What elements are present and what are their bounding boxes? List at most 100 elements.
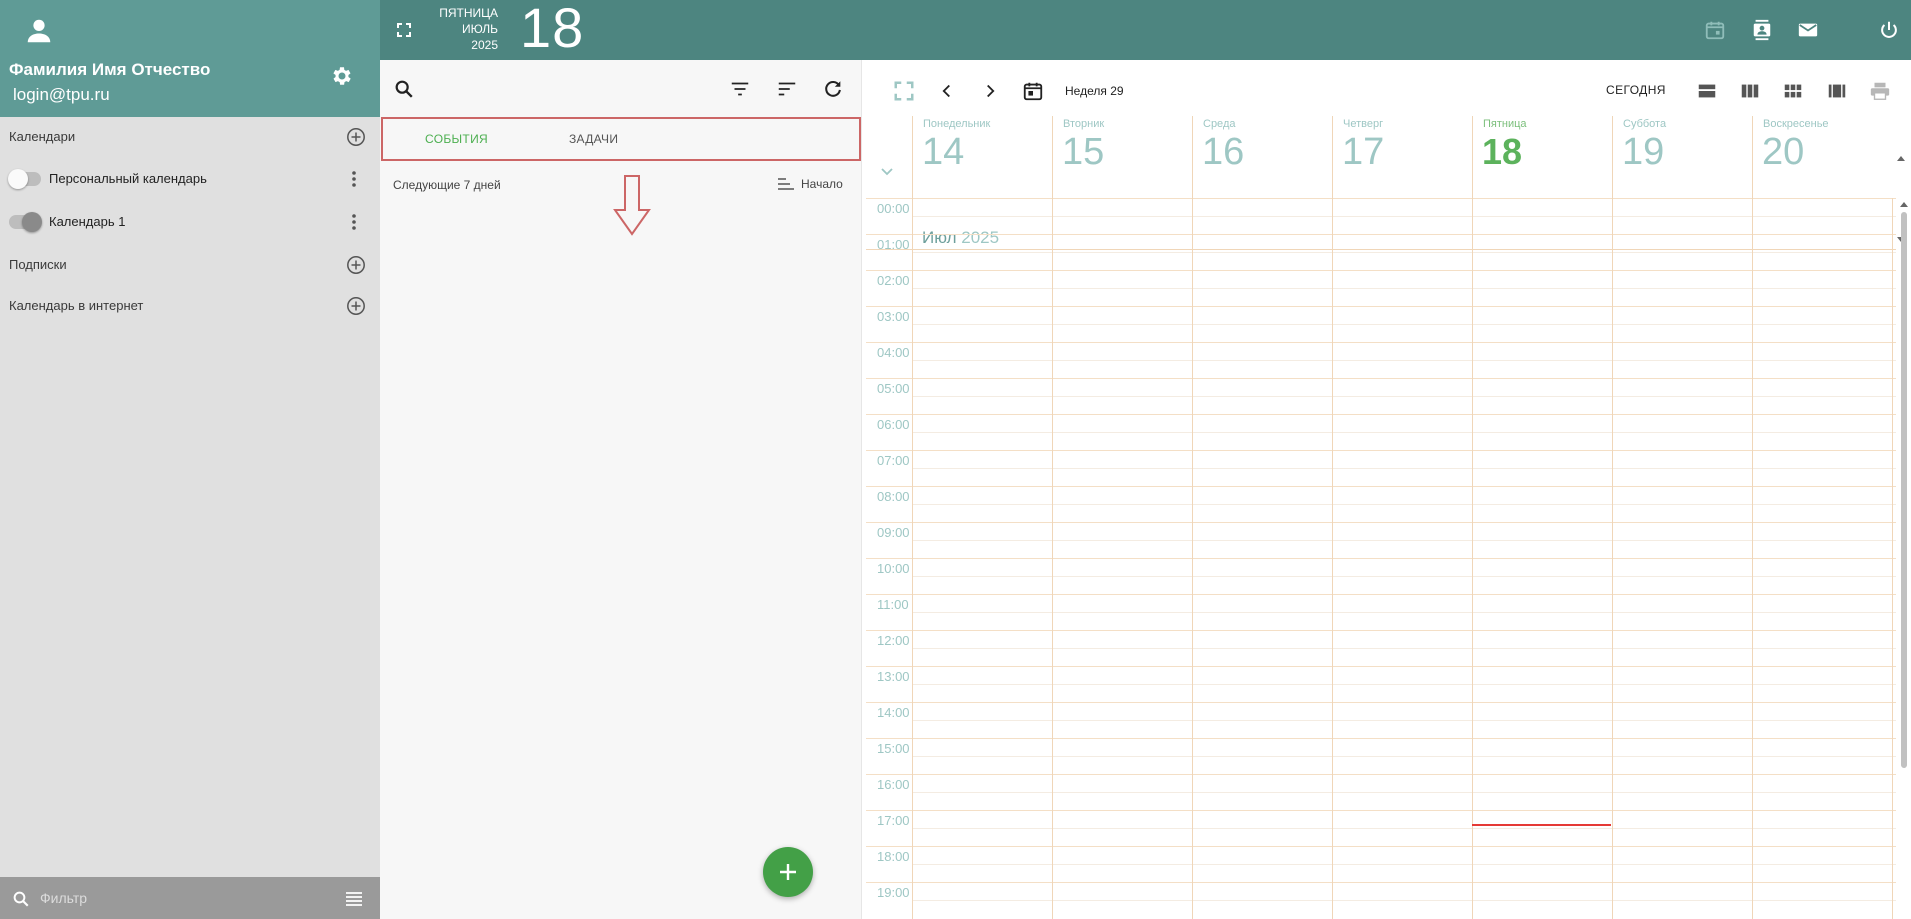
hour-row[interactable]: 06:00 — [866, 414, 1896, 450]
range-label: Следующие 7 дней — [393, 178, 501, 192]
hour-label: 16:00 — [877, 777, 910, 792]
hour-label: 01:00 — [877, 237, 910, 252]
power-icon[interactable] — [1878, 19, 1900, 41]
hour-label: 14:00 — [877, 705, 910, 720]
today-button[interactable]: СЕГОДНЯ — [1606, 83, 1666, 97]
user-avatar-icon[interactable] — [24, 16, 54, 46]
hour-row[interactable]: 05:00 — [866, 378, 1896, 414]
header-year: 2025 — [471, 38, 498, 52]
hour-label: 00:00 — [877, 201, 910, 216]
hour-row[interactable]: 01:00 — [866, 234, 1896, 270]
day-number[interactable]: 18 — [1482, 130, 1522, 174]
view-month-icon[interactable] — [1782, 80, 1804, 102]
time-grid-scrollbar[interactable] — [1897, 198, 1911, 919]
search-icon[interactable] — [393, 78, 415, 100]
hour-row[interactable]: 16:00 — [866, 774, 1896, 810]
day-column-header[interactable]: Четверг 17 — [1332, 116, 1472, 198]
hour-row[interactable]: 19:00 — [866, 882, 1896, 918]
events-panel: СОБЫТИЯ ЗАДАЧИ Следующие 7 дней Начало — [380, 60, 862, 919]
user-name: Фамилия Имя Отчество — [9, 60, 211, 79]
hour-label: 19:00 — [877, 885, 910, 900]
calendar-toggle-1[interactable] — [9, 212, 42, 232]
add-subscription-icon[interactable] — [346, 255, 366, 275]
sidebar: Фамилия Имя Отчество login@tpu.ru Календ… — [0, 0, 380, 919]
tab-tasks[interactable]: ЗАДАЧИ — [569, 132, 618, 146]
view-list-icon[interactable] — [1826, 80, 1848, 102]
plus-icon — [780, 864, 796, 880]
calendar-toolbar: Неделя 29 СЕГОДНЯ — [866, 64, 1911, 116]
scroll-up-icon[interactable] — [1899, 200, 1909, 210]
hour-row[interactable]: 07:00 — [866, 450, 1896, 486]
add-calendar-icon[interactable] — [346, 127, 366, 147]
day-number[interactable]: 14 — [922, 130, 964, 174]
day-number[interactable]: 19 — [1622, 130, 1664, 174]
day-column-header[interactable]: Пятница 18 — [1472, 116, 1612, 198]
sort-icon[interactable] — [776, 78, 798, 100]
header-weekday: ПЯТНИЦА — [439, 6, 498, 20]
view-day-icon[interactable] — [1696, 80, 1718, 102]
add-internet-calendar-icon[interactable] — [346, 296, 366, 316]
next-week-icon[interactable] — [979, 80, 1001, 102]
day-number[interactable]: 15 — [1062, 130, 1104, 174]
scroll-up-icon[interactable] — [1896, 154, 1906, 164]
prev-week-icon[interactable] — [936, 80, 958, 102]
hour-label: 13:00 — [877, 669, 910, 684]
scrollbar-thumb[interactable] — [1901, 212, 1907, 768]
hour-row[interactable]: 17:00 — [866, 810, 1896, 846]
hour-label: 08:00 — [877, 489, 910, 504]
day-column-header[interactable]: Вторник 15 — [1052, 116, 1192, 198]
hour-row[interactable]: 12:00 — [866, 630, 1896, 666]
calendar-item-1[interactable]: Календарь 1 — [0, 207, 380, 237]
week-header: Понедельник 14 Вторник 15 Среда 16 Четверг 17 Пя… — [866, 116, 1905, 250]
filter-icon[interactable] — [729, 78, 751, 100]
print-icon[interactable] — [1869, 80, 1891, 102]
hour-row[interactable]: 03:00 — [866, 306, 1896, 342]
hour-label: 12:00 — [877, 633, 910, 648]
day-column-header[interactable]: Среда 16 — [1192, 116, 1332, 198]
hour-row[interactable]: 08:00 — [866, 486, 1896, 522]
contacts-icon[interactable] — [1751, 19, 1773, 41]
hour-row[interactable]: 04:00 — [866, 342, 1896, 378]
day-name: Четверг — [1343, 118, 1384, 130]
day-number[interactable]: 20 — [1762, 130, 1804, 174]
date-picker-icon[interactable] — [1022, 80, 1044, 102]
day-name: Воскресенье — [1763, 118, 1829, 130]
calendar-toggle-personal[interactable] — [8, 169, 41, 189]
chevron-down-icon[interactable] — [878, 162, 896, 180]
hour-label: 18:00 — [877, 849, 910, 864]
filter-input[interactable] — [38, 885, 328, 911]
hour-row[interactable]: 13:00 — [866, 666, 1896, 702]
filter-bar — [0, 877, 380, 919]
time-grid[interactable]: 00:00 01:00 02:00 03:00 04:00 05:00 06:00 07:00… — [866, 198, 1896, 919]
sort-by-start-button[interactable]: Начало — [777, 173, 857, 195]
day-column-header[interactable]: Воскресенье 20 — [1752, 116, 1892, 198]
user-login: login@tpu.ru — [13, 85, 110, 104]
day-column-header[interactable]: Суббота 19 — [1612, 116, 1752, 198]
add-event-button[interactable] — [763, 847, 813, 897]
current-time-indicator — [1472, 824, 1611, 826]
day-column-header[interactable]: Понедельник 14 — [912, 116, 1052, 198]
hour-row[interactable]: 09:00 — [866, 522, 1896, 558]
top-header: ПЯТНИЦА ИЮЛЬ 2025 18 — [380, 0, 1911, 60]
tab-events[interactable]: СОБЫТИЯ — [425, 132, 488, 146]
more-vert-icon[interactable] — [344, 168, 364, 190]
mail-icon[interactable] — [1797, 19, 1819, 41]
fullscreen-icon[interactable] — [893, 80, 915, 102]
hour-row[interactable]: 18:00 — [866, 846, 1896, 882]
hour-row[interactable]: 00:00 — [866, 198, 1896, 234]
calendar-item-personal[interactable]: Персональный календарь — [0, 164, 380, 194]
settings-gear-icon[interactable] — [330, 64, 354, 88]
hour-row[interactable]: 02:00 — [866, 270, 1896, 306]
day-number[interactable]: 17 — [1342, 130, 1384, 174]
hour-row[interactable]: 14:00 — [866, 702, 1896, 738]
day-name: Среда — [1203, 118, 1236, 130]
hour-row[interactable]: 15:00 — [866, 738, 1896, 774]
list-icon[interactable] — [344, 890, 364, 908]
more-vert-icon[interactable] — [344, 211, 364, 233]
calendar-icon[interactable] — [1704, 19, 1726, 41]
hour-row[interactable]: 11:00 — [866, 594, 1896, 630]
refresh-icon[interactable] — [822, 78, 844, 100]
hour-row[interactable]: 10:00 — [866, 558, 1896, 594]
day-number[interactable]: 16 — [1202, 130, 1244, 174]
view-week-icon[interactable] — [1739, 80, 1761, 102]
